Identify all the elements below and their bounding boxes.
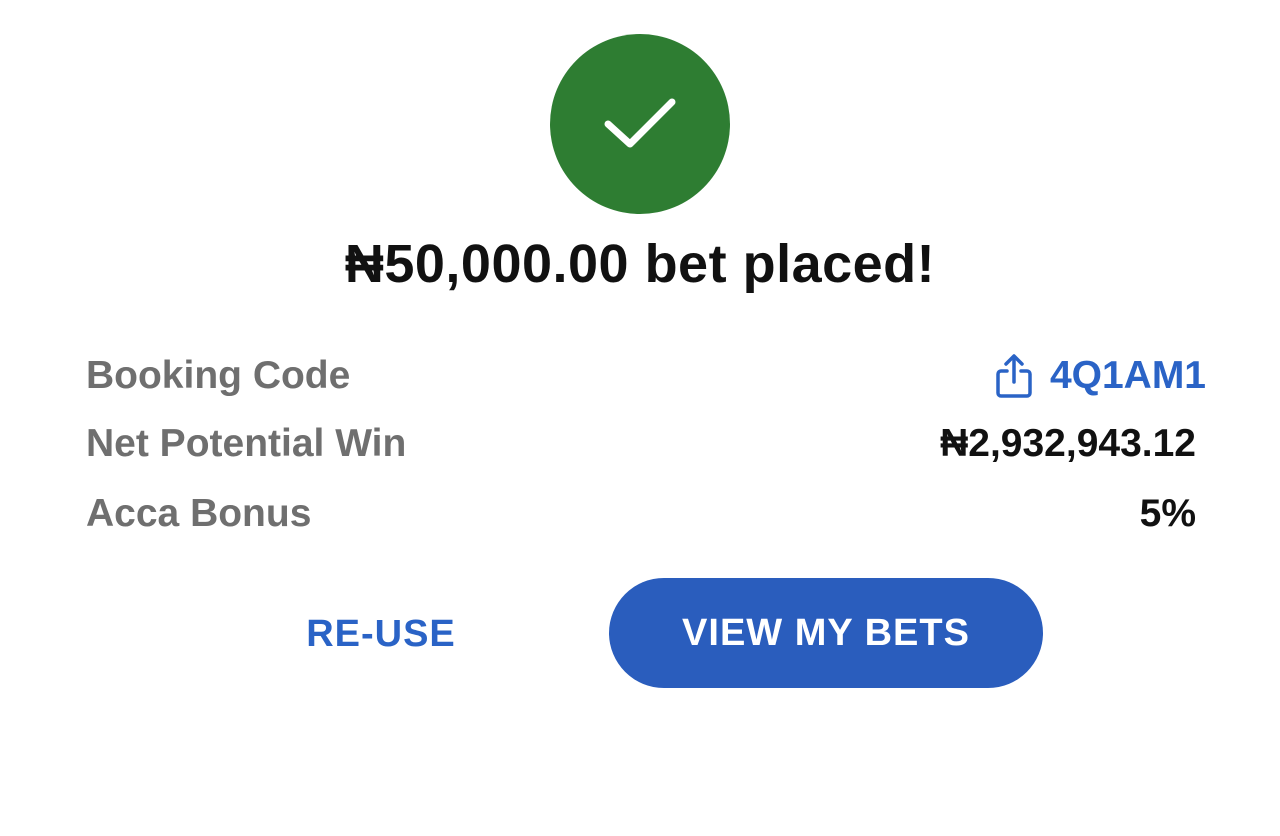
check-icon — [604, 98, 676, 148]
net-potential-win-row: Net Potential Win ₦2,932,943.12 — [86, 416, 1206, 472]
success-check-icon — [550, 34, 730, 214]
view-my-bets-button[interactable]: VIEW MY BETS — [609, 578, 1043, 688]
reuse-button[interactable]: RE-USE — [290, 606, 472, 662]
net-potential-win-value: ₦2,932,943.12 — [940, 422, 1196, 465]
bet-placed-title: ₦50,000.00 bet placed! — [344, 234, 936, 294]
booking-code-value: 4Q1AM1 — [1049, 354, 1206, 397]
net-potential-win-label: Net Potential Win — [86, 422, 407, 465]
share-icon — [994, 352, 1034, 400]
acca-bonus-row: Acca Bonus 5% — [86, 486, 1206, 542]
acca-bonus-value: 5% — [1139, 492, 1196, 535]
booking-code-label: Booking Code — [86, 354, 351, 397]
acca-bonus-label: Acca Bonus — [86, 492, 312, 535]
booking-code-row: Booking Code 4Q1AM1 — [86, 348, 1206, 404]
booking-code-share-button[interactable]: 4Q1AM1 — [994, 348, 1206, 404]
